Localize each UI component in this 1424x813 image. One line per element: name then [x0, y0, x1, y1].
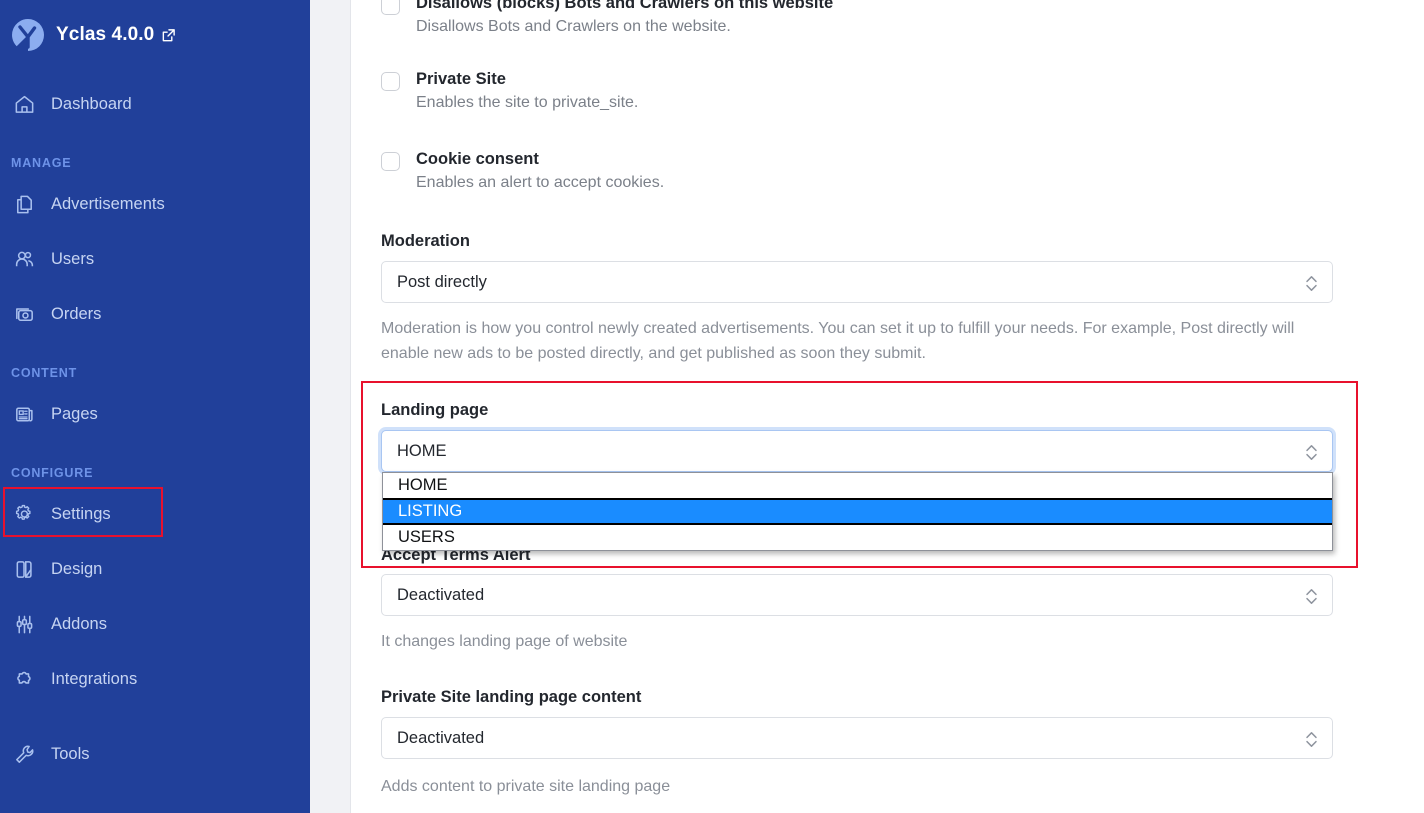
sidebar-item-label: Orders [51, 304, 102, 323]
sidebar-item-settings[interactable]: Settings [0, 497, 310, 531]
sidebar-item-integrations[interactable]: Integrations [0, 662, 310, 696]
option-home[interactable]: HOME [383, 473, 1332, 498]
sliders-icon [12, 612, 37, 637]
private-site-checkbox[interactable] [381, 72, 400, 91]
moderation-help: Moderation is how you control newly crea… [381, 320, 1295, 362]
wrench-icon [12, 742, 37, 767]
checkbox-title: Disallows (blocks) Bots and Crawlers on … [416, 0, 834, 12]
private-site-content-value: Deactivated [397, 729, 485, 747]
settings-form: Disallows (blocks) Bots and Crawlers on … [351, 0, 1424, 813]
sidebar-item-label: Advertisements [51, 194, 165, 213]
yclas-logo-icon [11, 18, 45, 52]
landing-page-options-list[interactable]: HOME LISTING USERS [382, 472, 1333, 551]
chevron-updown-icon [1305, 586, 1318, 607]
option-listing[interactable]: LISTING [383, 498, 1332, 525]
sidebar-item-label: Pages [51, 404, 98, 423]
sidebar-item-addons[interactable]: Addons [0, 607, 310, 641]
landing-page-select[interactable]: HOME [381, 430, 1333, 472]
sidebar-item-label: Integrations [51, 669, 138, 688]
pages-icon [12, 402, 37, 427]
checkbox-description: Disallows Bots and Crawlers on the websi… [416, 18, 731, 35]
chevron-updown-icon [1305, 273, 1318, 294]
sidebar-item-label: Addons [51, 614, 107, 633]
moderation-label: Moderation [381, 232, 470, 250]
landing-page-value: HOME [397, 442, 447, 460]
brand-logo-link[interactable]: Yclas 4.0.0 [0, 12, 310, 58]
sidebar-item-label: Design [51, 559, 103, 578]
sidebar-item-design[interactable]: Design [0, 552, 310, 586]
sidebar-item-label: Users [51, 249, 95, 268]
checkbox-description: Enables the site to private_site. [416, 94, 639, 111]
puzzle-icon [12, 667, 37, 692]
sidebar-item-label: Tools [51, 744, 90, 763]
sidebar-section-manage: MANAGE [11, 156, 72, 170]
design-icon [12, 557, 37, 582]
disallow-bots-checkbox[interactable] [381, 0, 400, 15]
chevron-updown-icon [1305, 442, 1318, 463]
option-users[interactable]: USERS [383, 525, 1332, 550]
checkbox-title: Cookie consent [416, 150, 539, 168]
private-site-content-help: Adds content to private site landing pag… [381, 778, 671, 795]
moderation-select[interactable]: Post directly [381, 261, 1333, 303]
sidebar-item-label: Dashboard [51, 94, 132, 113]
gear-icon [12, 502, 37, 527]
accept-terms-select[interactable]: Deactivated [381, 574, 1333, 616]
private-site-content-label: Private Site landing page content [381, 688, 642, 706]
private-site-content-select[interactable]: Deactivated [381, 717, 1333, 759]
sidebar-section-configure: CONFIGURE [11, 466, 94, 480]
cookie-consent-checkbox[interactable] [381, 152, 400, 171]
copy-icon [12, 192, 37, 217]
sidebar-item-label: Settings [51, 504, 111, 523]
checkbox-description: Enables an alert to accept cookies. [416, 174, 665, 191]
sidebar-item-dashboard[interactable]: Dashboard [0, 87, 310, 121]
chevron-updown-icon [1305, 729, 1318, 750]
checkbox-title: Private Site [416, 70, 506, 88]
landing-page-label: Landing page [381, 401, 489, 419]
accept-terms-help: It changes landing page of website [381, 633, 628, 650]
users-icon [12, 247, 37, 272]
moderation-value: Post directly [397, 273, 487, 291]
content-gutter [310, 0, 351, 813]
sidebar-item-advertisements[interactable]: Advertisements [0, 187, 310, 221]
accept-terms-value: Deactivated [397, 586, 485, 604]
sidebar-item-orders[interactable]: Orders [0, 297, 310, 331]
orders-icon [12, 302, 37, 327]
sidebar-item-users[interactable]: Users [0, 242, 310, 276]
home-icon [12, 92, 37, 117]
sidebar-item-tools[interactable]: Tools [0, 737, 310, 771]
sidebar-item-pages[interactable]: Pages [0, 397, 310, 431]
sidebar-section-content: CONTENT [11, 366, 78, 380]
external-link-icon[interactable] [161, 28, 176, 43]
sidebar: Yclas 4.0.0 Dashboard MANAGE Advertiseme… [0, 0, 310, 813]
brand-title: Yclas 4.0.0 [56, 24, 155, 45]
